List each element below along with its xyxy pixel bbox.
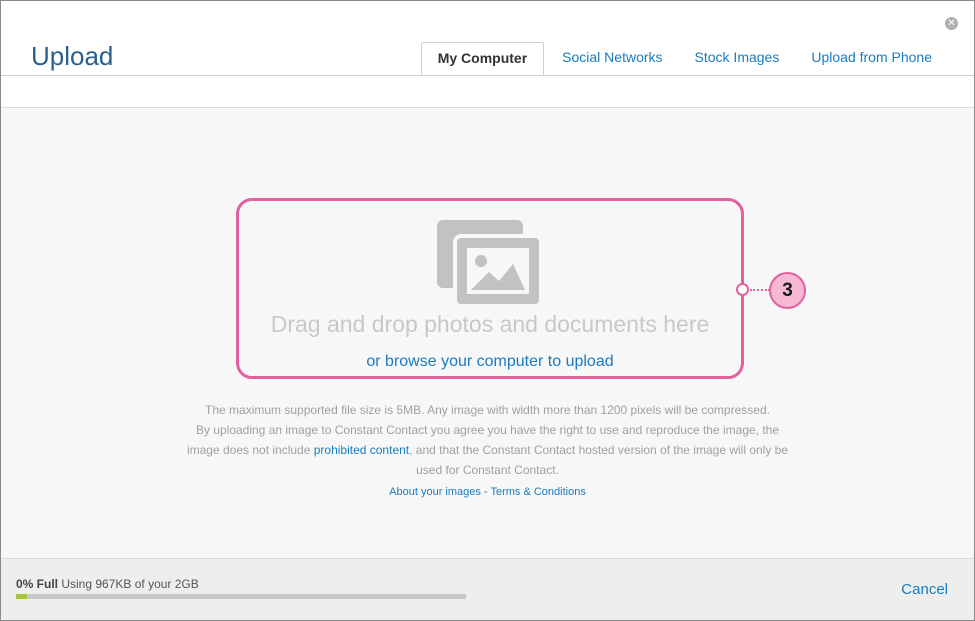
cancel-button[interactable]: Cancel [901, 581, 948, 598]
header-divider [1, 75, 974, 76]
dialog-title: Upload [31, 41, 114, 71]
dialog-footer: 0% Full Using 967KB of your 2GB Cancel [1, 558, 974, 620]
storage-progress-bar [16, 594, 466, 599]
tab-upload-from-phone[interactable]: Upload from Phone [795, 42, 948, 75]
usage-percent: 0% Full [16, 577, 59, 591]
drop-instruction: Drag and drop photos and documents here [270, 311, 710, 337]
info-line-size: The maximum supported file size is 5MB. … [205, 403, 770, 417]
info-line-usage: used for Constant Contact. [416, 463, 559, 477]
info-text: , and that the Constant Contact hosted v… [409, 443, 789, 457]
browse-computer-link[interactable]: or browse your computer to upload [239, 353, 741, 371]
drop-zone[interactable]: Drag and drop photos and documents here … [236, 198, 744, 379]
info-links: About your images - Terms & Conditions [1, 482, 974, 502]
photos-icon [437, 220, 541, 308]
upload-area: Drag and drop photos and documents here … [1, 108, 974, 558]
storage-usage: 0% Full Using 967KB of your 2GB [16, 577, 199, 591]
upload-dialog: ✕ Upload My Computer Social Networks Sto… [0, 0, 975, 621]
tab-stock-images[interactable]: Stock Images [679, 42, 796, 75]
tab-social-networks[interactable]: Social Networks [546, 42, 678, 75]
usage-detail: Using 967KB of your 2GB [58, 577, 199, 591]
upload-info: The maximum supported file size is 5MB. … [1, 400, 974, 502]
callout-anchor [736, 283, 749, 296]
close-icon[interactable]: ✕ [945, 17, 958, 30]
info-line-content: image does not include prohibited conten… [1, 440, 974, 460]
terms-link[interactable]: Terms & Conditions [490, 486, 585, 498]
tab-my-computer[interactable]: My Computer [420, 42, 545, 75]
storage-progress-fill [16, 594, 28, 599]
info-line-rights: By uploading an image to Constant Contac… [195, 423, 780, 437]
callout-connector [750, 289, 770, 291]
callout-badge: 3 [769, 272, 806, 309]
about-images-link[interactable]: About your images [389, 486, 481, 498]
source-tabs: My Computer Social Networks Stock Images… [420, 42, 948, 75]
prohibited-content-link[interactable]: prohibited content [314, 443, 409, 457]
info-text: image does not include [186, 443, 314, 457]
